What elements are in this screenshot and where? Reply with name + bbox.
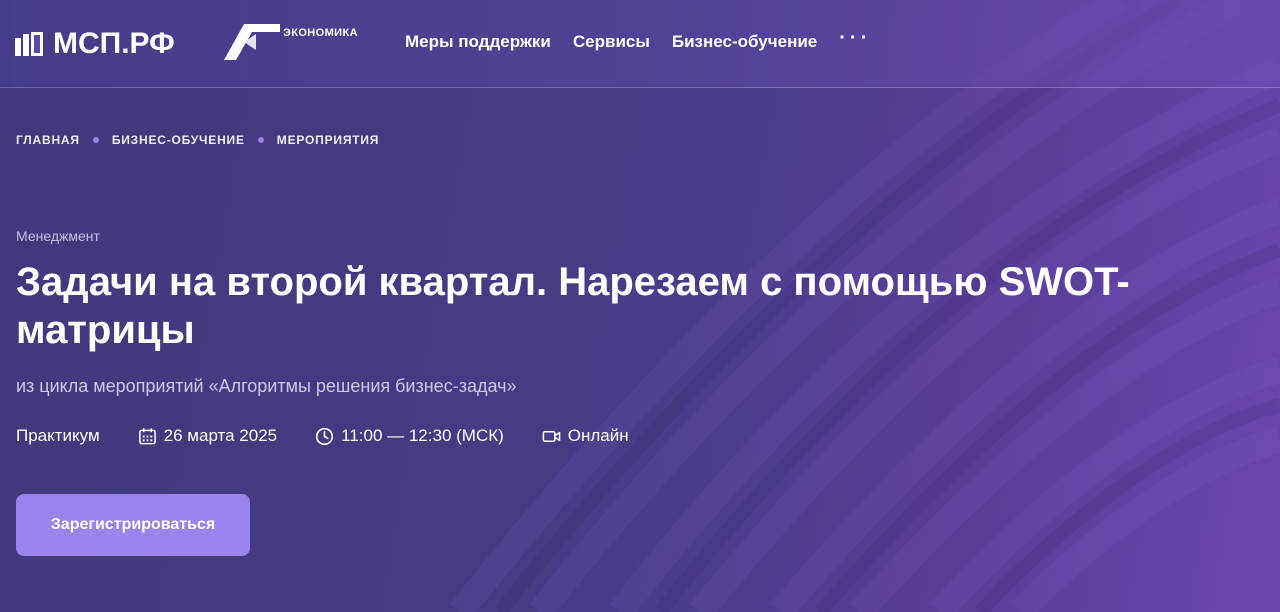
partner-label: ЭКОНОМИКА (283, 27, 358, 39)
register-button[interactable]: Зарегистрироваться (16, 494, 250, 556)
breadcrumb-separator (257, 137, 264, 143)
event-mode: Онлайн (542, 426, 629, 446)
calendar-icon (138, 427, 156, 444)
video-camera-icon (542, 430, 561, 442)
event-date-label: 26 марта 2025 (163, 426, 278, 445)
event-mode-label: Онлайн (567, 426, 629, 445)
msp-logo[interactable]: МСП.РФ (15, 29, 175, 59)
nav-item-business-education[interactable]: Бизнес-обучение (672, 32, 817, 52)
event-format: Практикум (16, 426, 100, 446)
event-time-label: 11:00 — 12:30 (МСК) (341, 426, 504, 445)
more-menu-icon[interactable]: ··· (839, 27, 871, 50)
event-time: 11:00 — 12:30 (МСК) (315, 426, 504, 446)
clock-icon (316, 427, 334, 445)
event-date: 26 марта 2025 (138, 426, 277, 446)
site-header: МСП.РФ ЭКОНОМИКА Меры поддержки Сервисы … (0, 0, 1280, 88)
breadcrumb-events[interactable]: МЕРОПРИЯТИЯ (277, 133, 379, 147)
logo-text: МСП.РФ (53, 27, 175, 60)
nav-item-services[interactable]: Сервисы (573, 32, 650, 52)
breadcrumb: ГЛАВНАЯ БИЗНЕС-ОБУЧЕНИЕ МЕРОПРИЯТИЯ (16, 133, 379, 147)
msp-logo-icon (15, 32, 43, 56)
breadcrumb-home[interactable]: ГЛАВНАЯ (16, 133, 80, 147)
event-meta: Практикум 26 марта 2025 11:00 — 12:30 (М… (16, 426, 667, 446)
national-projects-logo-icon[interactable] (222, 22, 282, 62)
event-format-label: Практикум (16, 426, 100, 445)
main-nav: Меры поддержки Сервисы Бизнес-обучение ·… (405, 27, 871, 52)
event-title: Задачи на второй квартал. Нарезаем с пом… (16, 260, 1130, 352)
event-series: из цикла мероприятий «Алгоритмы решения … (16, 376, 517, 396)
event-category: Менеджмент (16, 228, 100, 244)
nav-item-support[interactable]: Меры поддержки (405, 32, 551, 52)
breadcrumb-separator (92, 137, 99, 143)
breadcrumb-business-education[interactable]: БИЗНЕС-ОБУЧЕНИЕ (112, 133, 245, 147)
